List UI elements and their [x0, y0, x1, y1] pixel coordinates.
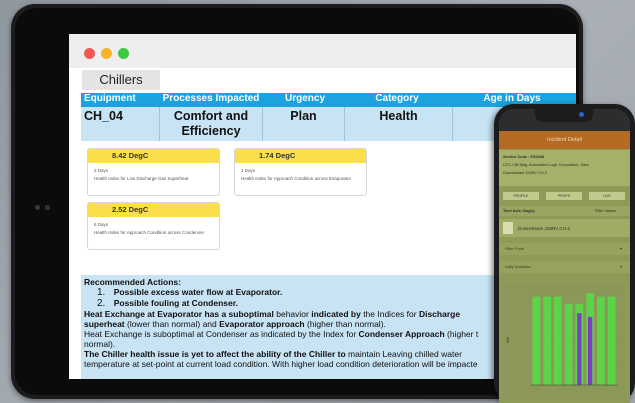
paragraph-5: The Chiller health issue is yet to affec…	[84, 349, 462, 359]
tab-profile[interactable]: PROFILE	[503, 192, 539, 200]
chevron-down-icon: ▾	[619, 264, 622, 269]
text-run: Heat Exchange is suboptimal at Condenser…	[84, 329, 359, 339]
cell-equipment: CH_04	[81, 107, 160, 141]
health-card[interactable]: 8.42 DegC 2 Days Health Index for Low Di…	[87, 148, 220, 196]
health-card[interactable]: 2.52 DegC 6 Days Health Index for Approa…	[87, 202, 220, 250]
health-card[interactable]: 1.74 DegC 2 Days Health Index for Approa…	[234, 148, 367, 196]
cell-processes-line2: Efficiency	[181, 124, 241, 138]
column-header-equipment: Equipment	[84, 93, 136, 104]
table-header: Equipment Processes Impacted Urgency Cat…	[81, 93, 576, 107]
paragraph-2: superheat (lower than normal) and Evapor…	[84, 319, 386, 329]
tab-live[interactable]: LIVE	[589, 192, 625, 200]
cell-urgency: Plan	[263, 107, 345, 141]
text-run: (higher t	[444, 329, 479, 339]
sensor-icon	[45, 205, 50, 210]
paragraph-1: Heat Exchange at Evaporator has a subopt…	[84, 309, 460, 319]
card-days: 2 Days	[94, 168, 109, 173]
paragraph-4: normal).	[84, 339, 116, 349]
sub-line: Downstream 326RV CH-2	[503, 171, 547, 175]
action-item-1: 1. Possible excess water flow at Evapora…	[97, 287, 282, 298]
close-window-icon[interactable]	[84, 48, 95, 59]
device-icon	[503, 222, 513, 234]
card-description: Health Index for Approach Condition acro…	[94, 230, 205, 235]
bar-series-1[interactable]	[532, 296, 541, 385]
camera-icon	[35, 205, 40, 210]
phone-notch	[535, 109, 593, 122]
minimize-window-icon[interactable]	[101, 48, 112, 59]
bar-series-1[interactable]	[543, 296, 551, 385]
device-name: Downstream 326RV CH-2	[518, 226, 570, 231]
column-header-urgency: Urgency	[284, 93, 325, 104]
card-description: Health Index for Approach Condition acro…	[241, 176, 352, 181]
time-axis-bar: Time Axis: Day(s) Filter Values	[499, 206, 630, 216]
text-run: maintain Leaving chilled water	[345, 349, 462, 359]
paragraph-3: Heat Exchange is suboptimal at Condenser…	[84, 329, 478, 339]
device-row[interactable]: Downstream 326RV CH-2	[499, 219, 630, 237]
phone-header: Incident Detail	[499, 131, 630, 149]
action-item-2-number: 2.	[97, 298, 106, 309]
bar-series-1[interactable]	[554, 296, 562, 385]
incident-info-panel: Service Code : ES0408 UTC-CIB Bldg, Auto…	[499, 150, 630, 186]
time-axis-filter[interactable]: Filter Values	[595, 209, 616, 213]
time-axis-label: Time Axis: Day(s)	[503, 209, 535, 213]
text-run: (lower than normal) and	[124, 319, 220, 329]
cell-category: Health	[345, 107, 453, 141]
daily-analytics-label: Daily Analytics	[505, 264, 531, 269]
action-item-1-number: 1.	[97, 287, 106, 298]
card-value: 1.74 DegC	[235, 149, 366, 163]
bar-chart: kW	[505, 292, 617, 386]
text-run: Condenser Approach	[358, 329, 445, 339]
cell-processes-line1: Comfort and	[173, 109, 249, 123]
text-run: Discharge	[418, 309, 461, 319]
card-value: 2.52 DegC	[88, 203, 219, 217]
filter-point-row[interactable]: Filter Point ▾	[499, 243, 630, 255]
bar-series-1[interactable]	[597, 296, 605, 385]
bar-series-1[interactable]	[607, 296, 616, 385]
phone-tabs: PROFILE PROPS LIVE	[503, 192, 625, 200]
text-run: behavior	[273, 309, 312, 319]
text-run: (higher than normal).	[304, 319, 386, 329]
text-run: Heat Exchange at Evaporator has a subopt…	[84, 309, 274, 319]
tab-chillers[interactable]: Chillers	[82, 70, 160, 90]
card-days: 6 Days	[94, 222, 109, 227]
tab-props[interactable]: PROPS	[546, 192, 582, 200]
paragraph-6: temperature at set-point at current load…	[84, 359, 478, 369]
phone-chart: kW	[503, 285, 625, 399]
phone-screen: Incident Detail Service Code : ES0408 UT…	[499, 109, 630, 403]
card-days: 2 Days	[241, 168, 256, 173]
daily-analytics-row[interactable]: Daily Analytics ▾	[499, 261, 630, 273]
column-header-category: Category	[375, 93, 419, 104]
text-run: superheat	[84, 319, 125, 329]
filter-point-label: Filter Point	[505, 246, 525, 251]
text-run: the Indices for	[360, 309, 419, 319]
bar-series-2[interactable]	[588, 316, 593, 385]
front-camera-icon	[579, 112, 584, 117]
text-run: Evaporator approach	[219, 319, 305, 329]
window-titlebar	[69, 34, 576, 68]
service-code: Service Code : ES0408	[503, 155, 544, 159]
card-value: 8.42 DegC	[88, 149, 219, 163]
action-item-2-text: Possible fouling at Condenser.	[113, 298, 238, 308]
phone-frame: Incident Detail Service Code : ES0408 UT…	[494, 104, 635, 403]
column-header-age: Age in Days	[483, 93, 541, 104]
y-axis-label: kW	[505, 337, 510, 343]
bar-series-1[interactable]	[564, 304, 573, 385]
site-line: UTC-CIB Bldg, Automated Logic Corporatio…	[503, 163, 589, 167]
maximize-window-icon[interactable]	[118, 48, 129, 59]
action-item-2: 2. Possible fouling at Condenser.	[97, 298, 238, 309]
action-item-1-text: Possible excess water flow at Evaporator…	[113, 287, 283, 297]
column-header-processes: Processes Impacted	[162, 93, 260, 104]
text-run: indicated by	[311, 309, 361, 319]
bar-series-2[interactable]	[577, 313, 582, 385]
text-run: The Chiller health issue is yet to affec…	[84, 349, 346, 359]
recommended-title: Recommended Actions:	[84, 277, 181, 287]
chevron-down-icon: ▾	[619, 246, 622, 251]
card-description: Health Index for Low Discharge Gas Super…	[94, 176, 189, 181]
cell-processes: Comfort and Efficiency	[160, 107, 263, 141]
